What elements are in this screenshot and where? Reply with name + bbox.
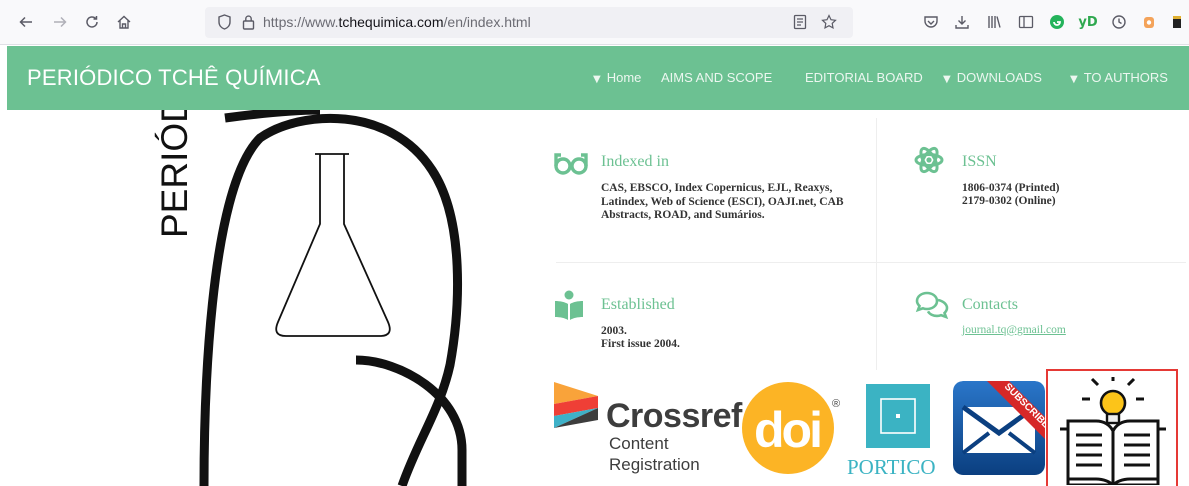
account-icon[interactable] bbox=[1138, 11, 1160, 33]
crossref-registration: Registration bbox=[609, 455, 700, 474]
contacts-title: Contacts bbox=[962, 296, 1018, 313]
info-divider-horizontal bbox=[556, 262, 1186, 263]
subscribe-envelope-icon[interactable]: SUBSCRIBE bbox=[953, 381, 1045, 475]
chat-bubbles-icon bbox=[914, 290, 949, 320]
glasses-icon bbox=[554, 148, 588, 178]
shield-icon[interactable] bbox=[213, 11, 235, 33]
chevron-down-icon: ▼ bbox=[1070, 74, 1078, 85]
lock-icon[interactable] bbox=[237, 11, 259, 33]
crossref-logo-icon[interactable] bbox=[554, 382, 600, 440]
browser-toolbar: https://www.tchequimica.com/en/index.htm… bbox=[0, 0, 1189, 45]
yd-extension-label: yD bbox=[1078, 14, 1098, 30]
nav-aims-scope[interactable]: AIMS AND SCOPE bbox=[661, 70, 772, 85]
info-divider-vertical bbox=[876, 118, 877, 370]
overflow-extension-icon[interactable] bbox=[1170, 11, 1184, 33]
nav-downloads[interactable]: ▼ DOWNLOADS bbox=[943, 70, 1042, 85]
issn-title: ISSN bbox=[962, 153, 997, 170]
url-prefix: https://www. bbox=[263, 14, 339, 30]
download-icon[interactable] bbox=[951, 11, 973, 33]
doi-logo[interactable]: doi bbox=[740, 380, 836, 476]
site-title[interactable]: PERIÓDICO TCHÊ QUÍMICA bbox=[27, 65, 321, 91]
portico-label[interactable]: PORTICO bbox=[847, 455, 936, 480]
bookmark-star-icon[interactable] bbox=[818, 11, 840, 33]
pocket-icon[interactable] bbox=[920, 11, 942, 33]
chevron-down-icon: ▼ bbox=[593, 74, 601, 85]
crossref-title[interactable]: Crossref bbox=[606, 397, 742, 436]
yd-extension-icon[interactable]: yD bbox=[1077, 11, 1099, 33]
logo-vertical-text: PERIÓD bbox=[154, 110, 195, 238]
indexed-title: Indexed in bbox=[601, 153, 669, 170]
nav-editorial-board[interactable]: EDITORIAL BOARD bbox=[805, 70, 923, 85]
site-header: PERIÓDICO TCHÊ QUÍMICA ▼ Home AIMS AND SC… bbox=[7, 46, 1189, 110]
doi-label: doi bbox=[754, 402, 820, 458]
nav-home-label: Home bbox=[606, 70, 642, 85]
crossref-content: Content bbox=[609, 434, 669, 453]
nav-downloads-label: DOWNLOADS bbox=[956, 70, 1042, 85]
green-extension-icon[interactable] bbox=[1046, 11, 1068, 33]
book-lightbulb-icon[interactable] bbox=[1058, 375, 1168, 486]
established-year: 2003. bbox=[601, 325, 627, 337]
established-first-issue: First issue 2004. bbox=[601, 338, 680, 350]
nav-to-authors[interactable]: ▼ TO AUTHORS bbox=[1070, 70, 1168, 85]
indexed-body: CAS, EBSCO, Index Copernicus, EJL, Reaxy… bbox=[601, 182, 844, 221]
issn-online: 2179-0302 (Online) bbox=[962, 195, 1056, 207]
reader-view-icon[interactable] bbox=[789, 11, 811, 33]
portico-logo-icon[interactable] bbox=[866, 384, 930, 448]
reader-person-icon bbox=[554, 290, 588, 320]
url-path: /en/index.html bbox=[443, 14, 531, 30]
sidebar-icon[interactable] bbox=[1015, 11, 1037, 33]
chevron-down-icon: ▼ bbox=[943, 74, 951, 85]
atom-icon bbox=[914, 145, 948, 175]
reload-icon[interactable] bbox=[80, 10, 104, 34]
issn-printed: 1806-0374 (Printed) bbox=[962, 182, 1060, 194]
url-domain: tchequimica.com bbox=[338, 14, 444, 30]
registered-mark: ® bbox=[832, 398, 841, 410]
back-arrow-icon[interactable] bbox=[14, 10, 38, 34]
url-text[interactable]: https://www.tchequimica.com/en/index.htm… bbox=[263, 14, 531, 30]
forward-arrow-icon[interactable] bbox=[48, 10, 72, 34]
sync-icon[interactable] bbox=[1108, 11, 1130, 33]
established-title: Established bbox=[601, 296, 675, 313]
home-icon[interactable] bbox=[112, 10, 136, 34]
nav-editorial-label: EDITORIAL BOARD bbox=[805, 70, 923, 85]
nav-home[interactable]: ▼ Home bbox=[593, 70, 641, 85]
url-bar[interactable]: https://www.tchequimica.com/en/index.htm… bbox=[205, 7, 853, 38]
journal-logo: PERIÓD bbox=[150, 96, 480, 486]
contact-email-link[interactable]: journal.tq@gmail.com bbox=[962, 324, 1066, 336]
highlight-box bbox=[1046, 369, 1178, 486]
nav-to-authors-label: TO AUTHORS bbox=[1083, 70, 1168, 85]
nav-aims-label: AIMS AND SCOPE bbox=[661, 70, 773, 85]
library-icon[interactable] bbox=[983, 11, 1005, 33]
